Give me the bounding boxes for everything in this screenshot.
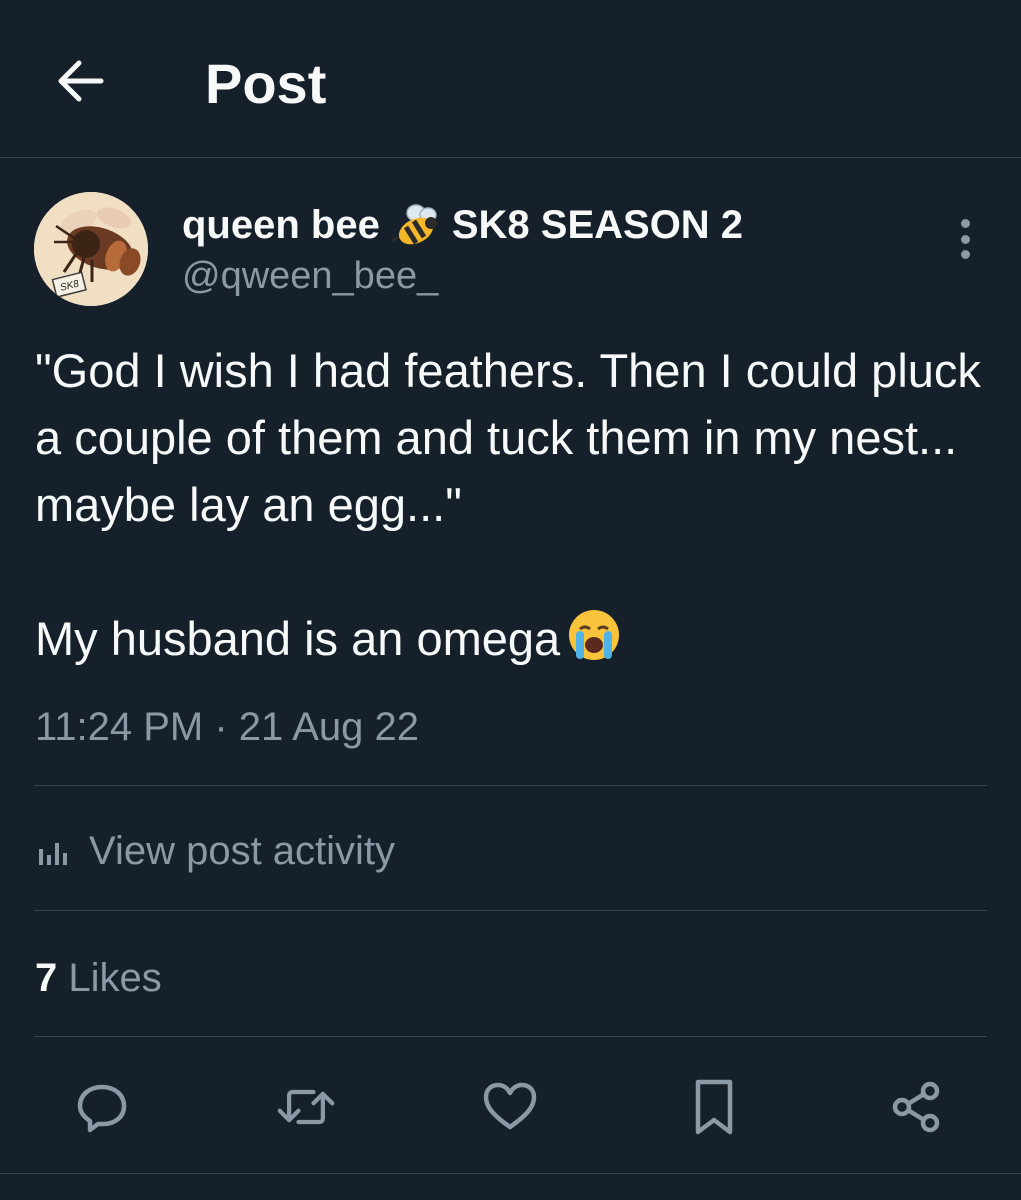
likes-number: 7 [35,956,58,1000]
reply-button[interactable] [72,1077,132,1137]
action-bar [0,1069,1021,1143]
bookmark-button[interactable] [684,1077,744,1137]
post-text-line-2: My husband is an omega [35,605,995,672]
divider [34,1036,987,1037]
post-text-line-2-text: My husband is an omega [35,612,561,665]
honeybee-emoji [391,204,437,245]
post-text: "God I wish I had feathers. Then I could… [35,337,995,672]
view-post-activity-link[interactable]: View post activity [35,827,395,875]
author-name[interactable]: queen bee SK8 SEASON 2 [182,201,743,249]
like-button[interactable] [480,1077,540,1137]
display-name: queen bee [182,203,380,247]
display-name-suffix: SK8 SEASON 2 [451,203,744,247]
divider [34,785,987,786]
page-title: Post [205,52,327,115]
reply-icon [77,1084,127,1133]
more-dot [960,234,970,244]
share-button[interactable] [886,1077,946,1137]
loudly-crying-face-emoji [569,610,620,660]
avatar[interactable]: SK8 [34,192,148,306]
top-bar: Post [0,0,1021,158]
repost-icon [277,1089,335,1125]
divider [34,910,987,911]
bottom-divider [0,1173,1021,1174]
post-timestamp[interactable]: 11:24 PM · 21 Aug 22 [35,703,419,751]
likes-count[interactable]: 7 Likes [35,954,162,1002]
arrow-left-icon [58,60,104,102]
share-icon [892,1081,940,1133]
repost-button[interactable] [276,1077,336,1137]
back-button[interactable] [52,56,108,106]
likes-label: Likes [68,956,162,1000]
like-icon [483,1082,537,1130]
view-post-activity-label: View post activity [89,829,396,873]
more-dot [960,219,970,228]
bee-avatar-image: SK8 [34,192,148,306]
author-handle[interactable]: @qween_bee_ [182,253,438,299]
more-dot [960,250,970,259]
analytics-icon [39,843,67,865]
bookmark-icon [695,1079,733,1135]
more-options-button[interactable] [948,217,982,261]
post-text-line: "God I wish I had feathers. Then I could… [35,344,981,531]
